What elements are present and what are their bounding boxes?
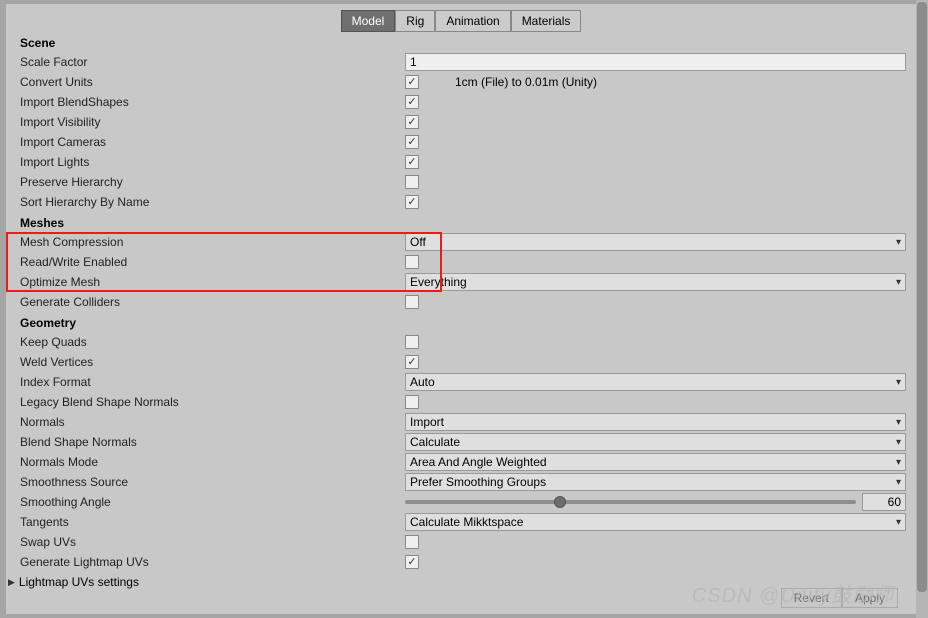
vertical-scrollbar[interactable] [916, 0, 928, 618]
lightmap-uvs-settings-foldout[interactable]: ▶ Lightmap UVs settings [6, 572, 916, 592]
section-meshes-header: Meshes [6, 212, 916, 232]
normals-mode-label: Normals Mode [20, 455, 405, 469]
keep-quads-label: Keep Quads [20, 335, 405, 349]
convert-units-checkbox[interactable] [405, 75, 419, 89]
apply-button[interactable]: Apply [842, 588, 898, 608]
convert-units-hint: 1cm (File) to 0.01m (Unity) [455, 75, 597, 89]
sort-hierarchy-checkbox[interactable] [405, 195, 419, 209]
import-visibility-checkbox[interactable] [405, 115, 419, 129]
swap-uvs-checkbox[interactable] [405, 535, 419, 549]
revert-button[interactable]: Revert [781, 588, 842, 608]
legacy-blendshape-normals-checkbox[interactable] [405, 395, 419, 409]
index-format-label: Index Format [20, 375, 405, 389]
tab-model[interactable]: Model [341, 10, 396, 32]
chevron-down-icon: ▾ [896, 417, 901, 428]
chevron-down-icon: ▾ [896, 457, 901, 468]
lightmap-uvs-settings-label: Lightmap UVs settings [19, 575, 139, 589]
section-geometry-header: Geometry [6, 312, 916, 332]
blendshape-normals-label: Blend Shape Normals [20, 435, 405, 449]
generate-colliders-checkbox[interactable] [405, 295, 419, 309]
index-format-dropdown[interactable]: Auto▾ [405, 373, 906, 391]
legacy-blendshape-normals-label: Legacy Blend Shape Normals [20, 395, 405, 409]
mesh-compression-dropdown[interactable]: Off▾ [405, 233, 906, 251]
scrollbar-thumb[interactable] [917, 2, 927, 592]
import-cameras-checkbox[interactable] [405, 135, 419, 149]
tab-animation[interactable]: Animation [435, 10, 510, 32]
scale-factor-label: Scale Factor [20, 55, 405, 69]
scale-factor-input[interactable] [405, 53, 906, 71]
triangle-right-icon: ▶ [8, 577, 15, 588]
smoothing-angle-value[interactable]: 60 [862, 493, 906, 511]
tab-rig[interactable]: Rig [395, 10, 435, 32]
slider-thumb[interactable] [554, 496, 566, 508]
tangents-dropdown[interactable]: Calculate Mikktspace▾ [405, 513, 906, 531]
smoothness-source-dropdown[interactable]: Prefer Smoothing Groups▾ [405, 473, 906, 491]
smoothness-source-label: Smoothness Source [20, 475, 405, 489]
keep-quads-checkbox[interactable] [405, 335, 419, 349]
scale-factor-row: Scale Factor [20, 52, 906, 72]
read-write-enabled-label: Read/Write Enabled [20, 255, 405, 269]
swap-uvs-label: Swap UVs [20, 535, 405, 549]
tangents-label: Tangents [20, 515, 405, 529]
chevron-down-icon: ▾ [896, 437, 901, 448]
read-write-enabled-checkbox[interactable] [405, 255, 419, 269]
import-blendshapes-checkbox[interactable] [405, 95, 419, 109]
mesh-compression-label: Mesh Compression [20, 235, 405, 249]
import-tabs: Model Rig Animation Materials [6, 4, 916, 32]
generate-lightmap-uvs-label: Generate Lightmap UVs [20, 555, 405, 569]
weld-vertices-checkbox[interactable] [405, 355, 419, 369]
optimize-mesh-dropdown[interactable]: Everything▾ [405, 273, 906, 291]
chevron-down-icon: ▾ [896, 477, 901, 488]
inspector-panel: Model Rig Animation Materials Scene Scal… [6, 4, 916, 614]
normals-dropdown[interactable]: Import▾ [405, 413, 906, 431]
chevron-down-icon: ▾ [896, 517, 901, 528]
import-blendshapes-label: Import BlendShapes [20, 95, 405, 109]
chevron-down-icon: ▾ [896, 277, 901, 288]
chevron-down-icon: ▾ [896, 237, 901, 248]
convert-units-row: Convert Units 1cm (File) to 0.01m (Unity… [20, 72, 906, 92]
chevron-down-icon: ▾ [896, 377, 901, 388]
import-cameras-label: Import Cameras [20, 135, 405, 149]
import-visibility-label: Import Visibility [20, 115, 405, 129]
optimize-mesh-label: Optimize Mesh [20, 275, 405, 289]
convert-units-label: Convert Units [20, 75, 405, 89]
normals-mode-dropdown[interactable]: Area And Angle Weighted▾ [405, 453, 906, 471]
import-lights-checkbox[interactable] [405, 155, 419, 169]
weld-vertices-label: Weld Vertices [20, 355, 405, 369]
blendshape-normals-dropdown[interactable]: Calculate▾ [405, 433, 906, 451]
smoothing-angle-label: Smoothing Angle [20, 495, 405, 509]
preserve-hierarchy-label: Preserve Hierarchy [20, 175, 405, 189]
generate-colliders-label: Generate Colliders [20, 295, 405, 309]
import-lights-label: Import Lights [20, 155, 405, 169]
smoothing-angle-slider[interactable] [405, 500, 856, 504]
tab-materials[interactable]: Materials [511, 10, 582, 32]
footer-buttons: Revert Apply [781, 588, 898, 608]
section-scene-header: Scene [6, 32, 916, 52]
preserve-hierarchy-checkbox[interactable] [405, 175, 419, 189]
normals-label: Normals [20, 415, 405, 429]
generate-lightmap-uvs-checkbox[interactable] [405, 555, 419, 569]
sort-hierarchy-label: Sort Hierarchy By Name [20, 195, 405, 209]
